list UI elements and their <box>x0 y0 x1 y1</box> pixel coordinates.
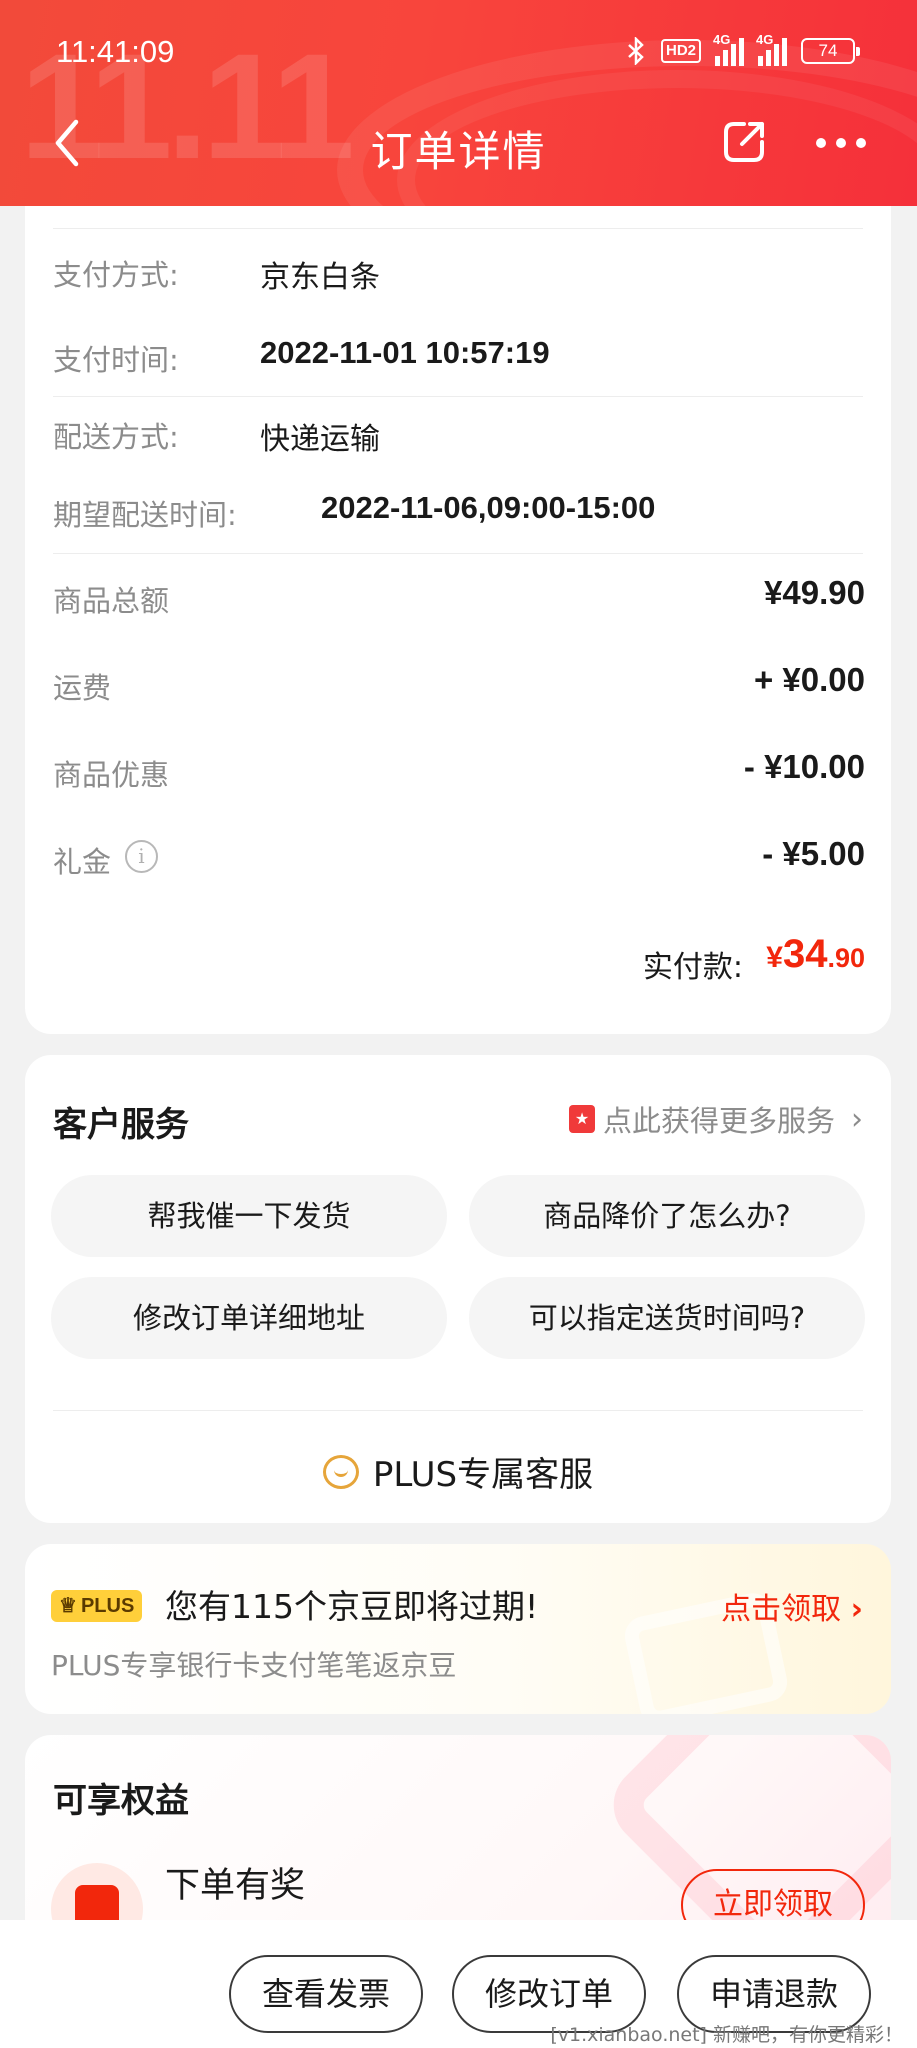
divider <box>53 1410 863 1411</box>
claim-beans-link[interactable]: 点击领取 › <box>721 1584 863 1628</box>
more-services-label: 点此获得更多服务 <box>602 1104 835 1138</box>
star-badge-icon: ★ <box>568 1105 595 1133</box>
header-bar: 11.11 11:41:09 HD2 4G 4G 74 订单详情 <box>0 0 917 206</box>
customer-service-card: 客户服务 ★ 点此获得更多服务 › 帮我催一下发货 商品降价了怎么办? 修改订单… <box>25 1055 891 1523</box>
gift-money-label: 礼金 <box>53 845 112 879</box>
plus-badge-label: PLUS <box>80 1595 135 1617</box>
goods-total-label: 商品总额 <box>53 584 170 618</box>
signal-label: 4G <box>713 32 731 47</box>
divider <box>53 396 863 397</box>
shipping-fee-value: + ¥0.00 <box>753 661 865 698</box>
goods-discount-value: - ¥10.00 <box>743 748 865 785</box>
benefit-name: 下单有奖 <box>165 1866 306 1906</box>
signal-icon: 4G <box>713 32 744 66</box>
total-paid-label: 实付款: <box>642 950 743 985</box>
crown-icon: ♕ <box>59 1595 77 1617</box>
site-watermark: [v1.xianbao.net] 新赚吧，有你更精彩！ <box>550 2024 903 2046</box>
hd-icon: HD2 <box>660 39 701 63</box>
quick-question-button[interactable]: 商品降价了怎么办? <box>469 1175 865 1257</box>
goods-discount-label: 商品优惠 <box>53 758 170 792</box>
status-time: 11:41:09 <box>56 34 175 69</box>
shipping-fee-label: 运费 <box>53 671 112 705</box>
bluetooth-icon <box>628 37 644 65</box>
total-paid-value: ¥34.90 <box>766 932 865 977</box>
gift-money-value: - ¥5.00 <box>762 835 865 872</box>
claim-beans-label: 点击领取 <box>721 1592 842 1627</box>
total-currency: ¥ <box>766 941 783 974</box>
page-title: 订单详情 <box>370 127 547 176</box>
bottom-action-bar: 查看发票 修改订单 申请退款 [v1.xianbao.net] 新赚吧，有你更精… <box>0 1920 917 2048</box>
total-integer: 34 <box>782 932 828 976</box>
view-invoice-button[interactable]: 查看发票 <box>229 1955 423 2033</box>
divider <box>53 553 863 554</box>
service-title: 客户服务 <box>53 1105 189 1145</box>
plus-customer-service-button[interactable]: PLUS专属客服 <box>25 1447 891 1496</box>
payment-time-value: 2022-11-01 10:57:19 <box>260 335 550 370</box>
total-decimal: .90 <box>827 943 865 973</box>
plus-subline: PLUS专享银行卡支付笔笔返京豆 <box>51 1649 457 1682</box>
expected-delivery-value: 2022-11-06,09:00-15:00 <box>321 490 656 525</box>
signal-label: 4G <box>756 32 774 47</box>
quick-question-button[interactable]: 可以指定送货时间吗? <box>469 1277 865 1359</box>
more-dots-icon[interactable] <box>816 130 866 156</box>
payment-method-label: 支付方式: <box>53 258 179 292</box>
battery-icon: 74 <box>801 38 860 64</box>
more-services-link[interactable]: ★ 点此获得更多服务 › <box>568 1098 863 1140</box>
chevron-right-icon: › <box>851 1101 863 1137</box>
plus-headline: 您有115个京豆即将过期! <box>165 1587 539 1626</box>
expected-delivery-label: 期望配送时间: <box>53 498 237 532</box>
quick-question-button[interactable]: 修改订单详细地址 <box>51 1277 447 1359</box>
status-icons: HD2 4G 4G 74 <box>625 32 860 66</box>
plus-badge: ♕ PLUS <box>51 1590 143 1622</box>
share-icon[interactable] <box>720 118 768 166</box>
quick-question-button[interactable]: 帮我催一下发货 <box>51 1175 447 1257</box>
plus-beans-banner[interactable]: ♕ PLUS 您有115个京豆即将过期! PLUS专享银行卡支付笔笔返京豆 点击… <box>25 1544 891 1714</box>
divider <box>53 228 863 229</box>
payment-time-label: 支付时间: <box>53 343 179 377</box>
plus-cs-label: PLUS专属客服 <box>372 1455 594 1495</box>
info-icon[interactable]: i <box>125 840 158 873</box>
chevron-right-icon: › <box>850 1592 863 1627</box>
order-details-card: 支付方式: 京东白条 支付时间: 2022-11-01 10:57:19 配送方… <box>25 170 891 1034</box>
delivery-method-label: 配送方式: <box>53 420 179 454</box>
delivery-method-value: 快递运输 <box>260 422 380 457</box>
signal-icon: 4G <box>756 32 787 66</box>
chat-bubble-icon <box>322 1454 359 1489</box>
payment-method-value: 京东白条 <box>260 260 380 295</box>
goods-total-value: ¥49.90 <box>764 574 865 611</box>
benefits-title: 可享权益 <box>53 1781 189 1821</box>
